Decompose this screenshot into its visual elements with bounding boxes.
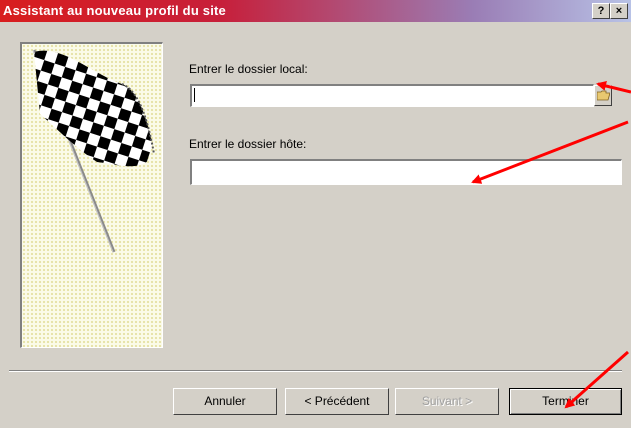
separator-highlight xyxy=(9,371,622,372)
close-button[interactable]: × xyxy=(610,3,628,19)
folder-icon xyxy=(597,90,610,101)
wizard-banner xyxy=(20,42,163,348)
text-caret xyxy=(194,88,195,102)
host-folder-label: Entrer le dossier hôte: xyxy=(189,137,307,151)
finish-button[interactable]: Terminer xyxy=(509,388,622,415)
help-button[interactable]: ? xyxy=(592,3,610,19)
cancel-button[interactable]: Annuler xyxy=(173,388,277,415)
browse-folder-button[interactable] xyxy=(594,85,612,106)
local-folder-label: Entrer le dossier local: xyxy=(189,62,308,76)
checkered-flag-icon xyxy=(32,49,155,253)
host-folder-input[interactable] xyxy=(190,159,622,185)
previous-button[interactable]: < Précédent xyxy=(285,388,389,415)
window-title: Assistant au nouveau profil du site xyxy=(3,3,226,18)
title-bar[interactable]: Assistant au nouveau profil du site ? × xyxy=(0,0,631,22)
next-button[interactable]: Suivant > xyxy=(395,388,499,415)
local-folder-input[interactable] xyxy=(190,84,594,107)
